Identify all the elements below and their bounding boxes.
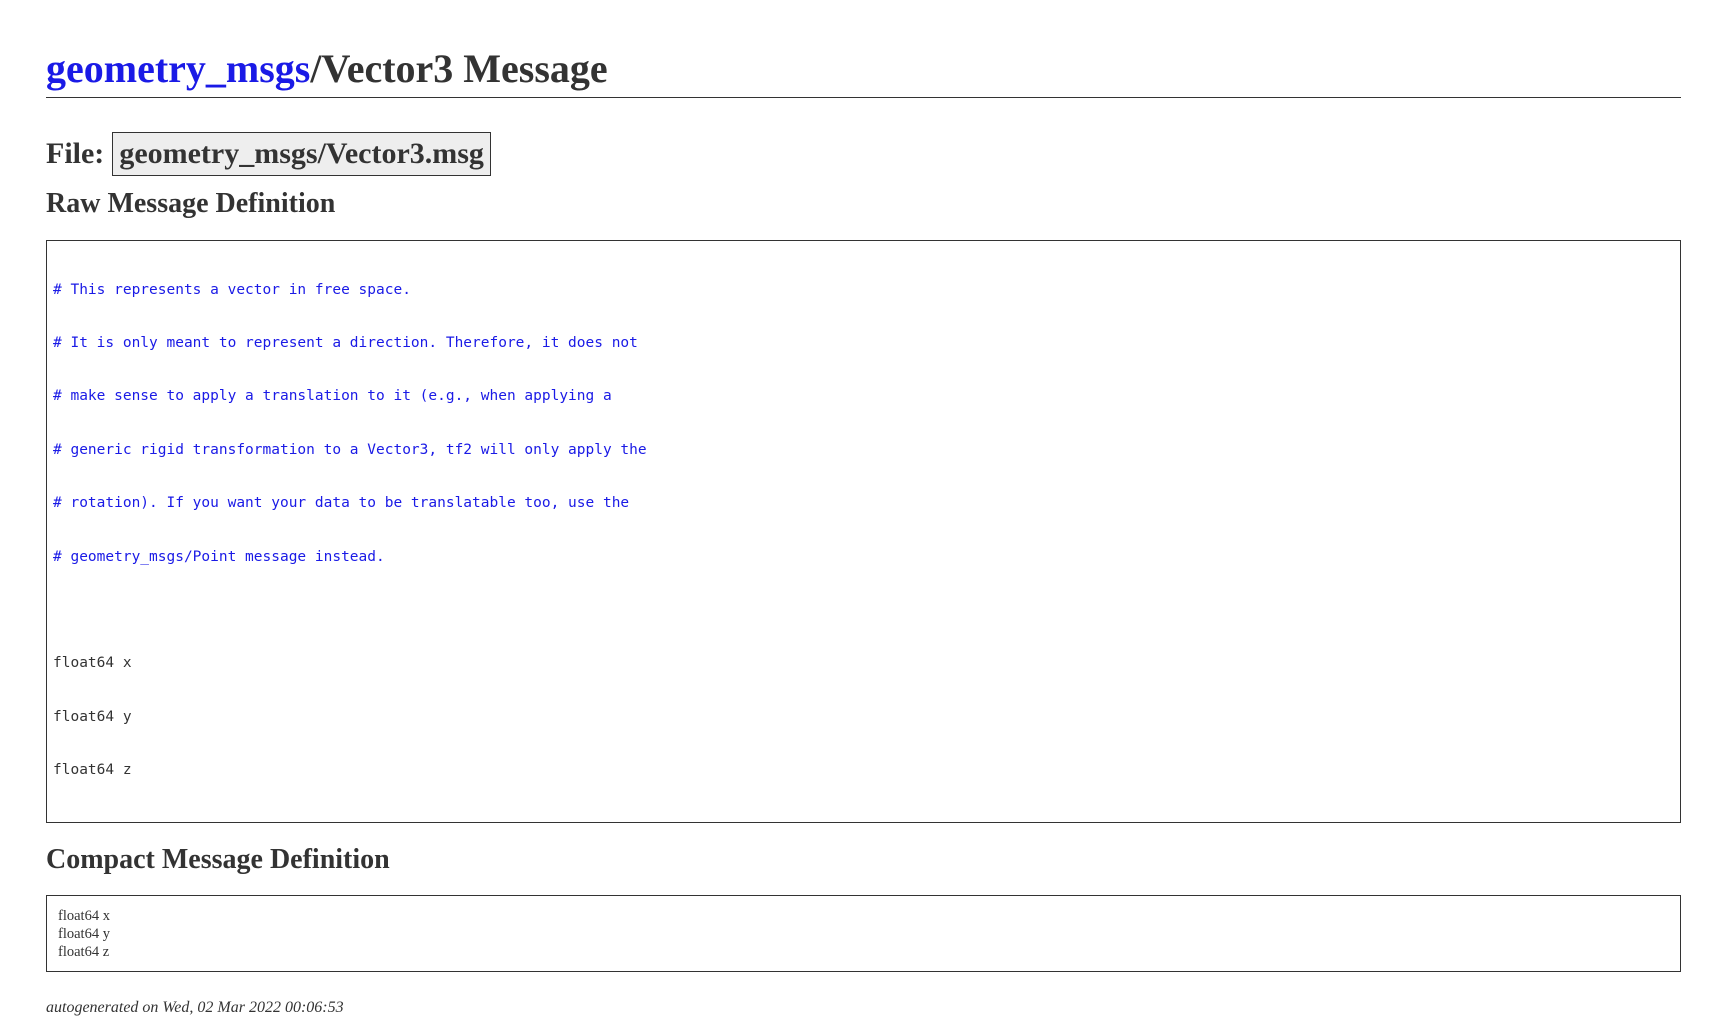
page-content: geometry_msgs/Vector3 Message File: geom… (46, 0, 1681, 1018)
file-path: geometry_msgs/Vector3.msg (112, 132, 491, 176)
autogenerated-footer: autogenerated on Wed, 02 Mar 2022 00:06:… (46, 998, 344, 1016)
package-link[interactable]: geometry_msgs (46, 46, 310, 91)
compact-field-line: float64 y (58, 925, 110, 942)
compact-field-line: float64 z (58, 943, 110, 960)
raw-comment-line: # generic rigid transformation to a Vect… (53, 441, 647, 458)
raw-field-line: float64 y (53, 708, 132, 725)
compact-field-line: float64 x (58, 907, 110, 924)
raw-comment-line: # geometry_msgs/Point message instead. (53, 548, 385, 565)
file-heading: File: geometry_msgs/Vector3.msg (46, 132, 1681, 176)
file-label: File: (46, 137, 105, 170)
raw-field-line: float64 x (53, 655, 132, 672)
page-title: geometry_msgs/Vector3 Message (46, 0, 1681, 98)
compact-definition-heading: Compact Message Definition (46, 843, 390, 875)
raw-blank-line (53, 602, 1674, 620)
raw-comment-line: # This represents a vector in free space… (53, 281, 411, 298)
raw-comment-line: # rotation). If you want your data to be… (53, 495, 630, 512)
raw-field-line: float64 z (53, 762, 132, 779)
compact-definition-block: float64 x float64 y float64 z (46, 894, 1681, 972)
raw-comment-line: # make sense to apply a translation to i… (53, 388, 612, 405)
raw-definition-block: # This represents a vector in free space… (46, 240, 1681, 823)
raw-comment-line: # It is only meant to represent a direct… (53, 334, 638, 351)
page-title-message-name: /Vector3 Message (310, 46, 608, 91)
raw-definition-heading: Raw Message Definition (46, 188, 336, 219)
